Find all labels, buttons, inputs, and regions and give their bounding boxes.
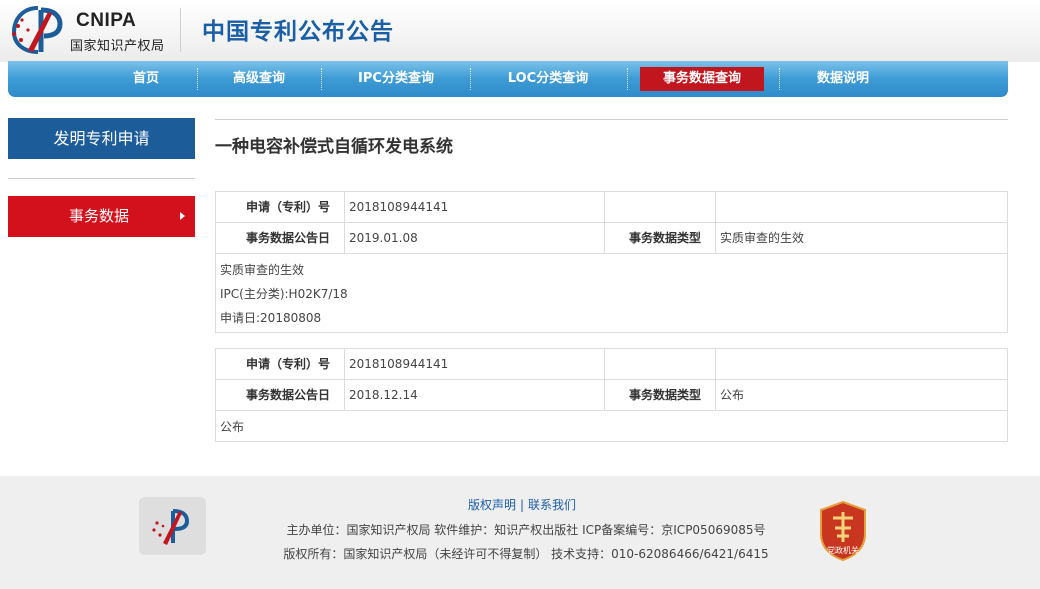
nav-item-transaction-search[interactable]: 事务数据查询 — [640, 67, 764, 91]
cnipa-logo[interactable]: CNIPA 国家知识产权局 — [8, 4, 178, 56]
transaction-type-value: 实质审查的生效 — [720, 231, 805, 245]
transaction-record: 申请（专利）号 2018108944141 事务数据公告日 2019.01.08… — [215, 191, 1008, 333]
chevron-right-icon — [180, 212, 185, 220]
nav-item-loc-search[interactable]: LOC分类查询 — [492, 66, 604, 92]
announce-date-value: 2018.12.14 — [349, 388, 418, 402]
table-row: 事务数据公告日 2018.12.14 事务数据类型 公布 — [216, 380, 1007, 411]
cnipa-emblem-icon — [11, 6, 63, 54]
site-header: CNIPA 国家知识产权局 中国专利公布公告 — [0, 0, 1040, 62]
transaction-type-label: 事务数据类型 — [628, 231, 701, 245]
header-divider — [180, 8, 181, 52]
logo-text-en: CNIPA — [76, 10, 137, 31]
footer-copyright-line: 版权所有：国家知识产权局（未经许可不得复制） 技术支持：010-62086466… — [283, 547, 769, 561]
contact-link[interactable]: 联系我们 — [528, 498, 576, 512]
footer-separator: | — [519, 498, 525, 512]
nav-item-ipc-search[interactable]: IPC分类查询 — [344, 66, 448, 92]
sidebar-item-transaction-data[interactable]: 事务数据 — [8, 196, 195, 237]
site-title[interactable]: 中国专利公布公告 — [202, 12, 394, 46]
main-nav: 首页 高级查询 IPC分类查询 LOC分类查询 事务数据查询 数据说明 — [8, 61, 1008, 97]
app-no-label: 申请（专利）号 — [245, 357, 330, 371]
detail-line: 申请日:20180808 — [220, 311, 322, 325]
nav-divider — [197, 68, 198, 90]
footer-links: 版权声明 | 联系我们 — [0, 496, 1040, 513]
sidebar-divider — [8, 178, 195, 179]
patent-title: 一种电容补偿式自循环发电系统 — [215, 137, 453, 157]
cell-divider — [715, 349, 716, 379]
logo-text-cn: 国家知识产权局 — [70, 39, 165, 54]
table-row: 事务数据公告日 2019.01.08 事务数据类型 实质审查的生效 — [216, 223, 1007, 254]
sidebar-item-label: 事务数据 — [69, 207, 130, 225]
nav-item-advanced-search[interactable]: 高级查询 — [218, 66, 300, 92]
footer-info-line: 主办单位：国家知识产权局 软件维护：知识产权出版社 ICP备案编号：京ICP05… — [286, 523, 766, 537]
transaction-type-label: 事务数据类型 — [628, 388, 701, 402]
copyright-link[interactable]: 版权声明 — [468, 498, 516, 512]
transaction-type-value: 公布 — [720, 388, 745, 402]
announce-date-value: 2019.01.08 — [349, 231, 418, 245]
detail-line: 公布 — [220, 420, 245, 434]
nav-divider — [321, 68, 322, 90]
app-no-label: 申请（专利）号 — [245, 200, 330, 214]
app-no-value: 2018108944141 — [349, 357, 449, 371]
site-footer: 版权声明 | 联系我们 主办单位：国家知识产权局 软件维护：知识产权出版社 ICP备… — [0, 476, 1040, 589]
app-no-value: 2018108944141 — [349, 200, 449, 214]
content-divider — [215, 119, 1008, 120]
table-row: 申请（专利）号 2018108944141 — [216, 349, 1007, 380]
badge-text: 党政机关 — [827, 545, 859, 555]
nav-divider — [627, 68, 628, 90]
detail-line: 实质审查的生效 — [220, 263, 305, 277]
nav-item-home[interactable]: 首页 — [116, 66, 176, 92]
cell-divider — [715, 192, 716, 222]
cell-divider — [604, 192, 605, 222]
transaction-record: 申请（专利）号 2018108944141 事务数据公告日 2018.12.14… — [215, 348, 1008, 442]
table-row: 申请（专利）号 2018108944141 — [216, 192, 1007, 223]
party-gov-badge-icon[interactable]: 党政机关 — [817, 500, 869, 562]
nav-divider — [470, 68, 471, 90]
nav-item-data-notes[interactable]: 数据说明 — [802, 66, 884, 92]
announce-date-label: 事务数据公告日 — [245, 231, 330, 245]
announce-date-label: 事务数据公告日 — [245, 388, 330, 402]
nav-divider — [779, 68, 780, 90]
cell-divider — [604, 349, 605, 379]
sidebar-title: 发明专利申请 — [8, 118, 195, 159]
detail-line: IPC(主分类):H02K7/18 — [220, 287, 348, 301]
